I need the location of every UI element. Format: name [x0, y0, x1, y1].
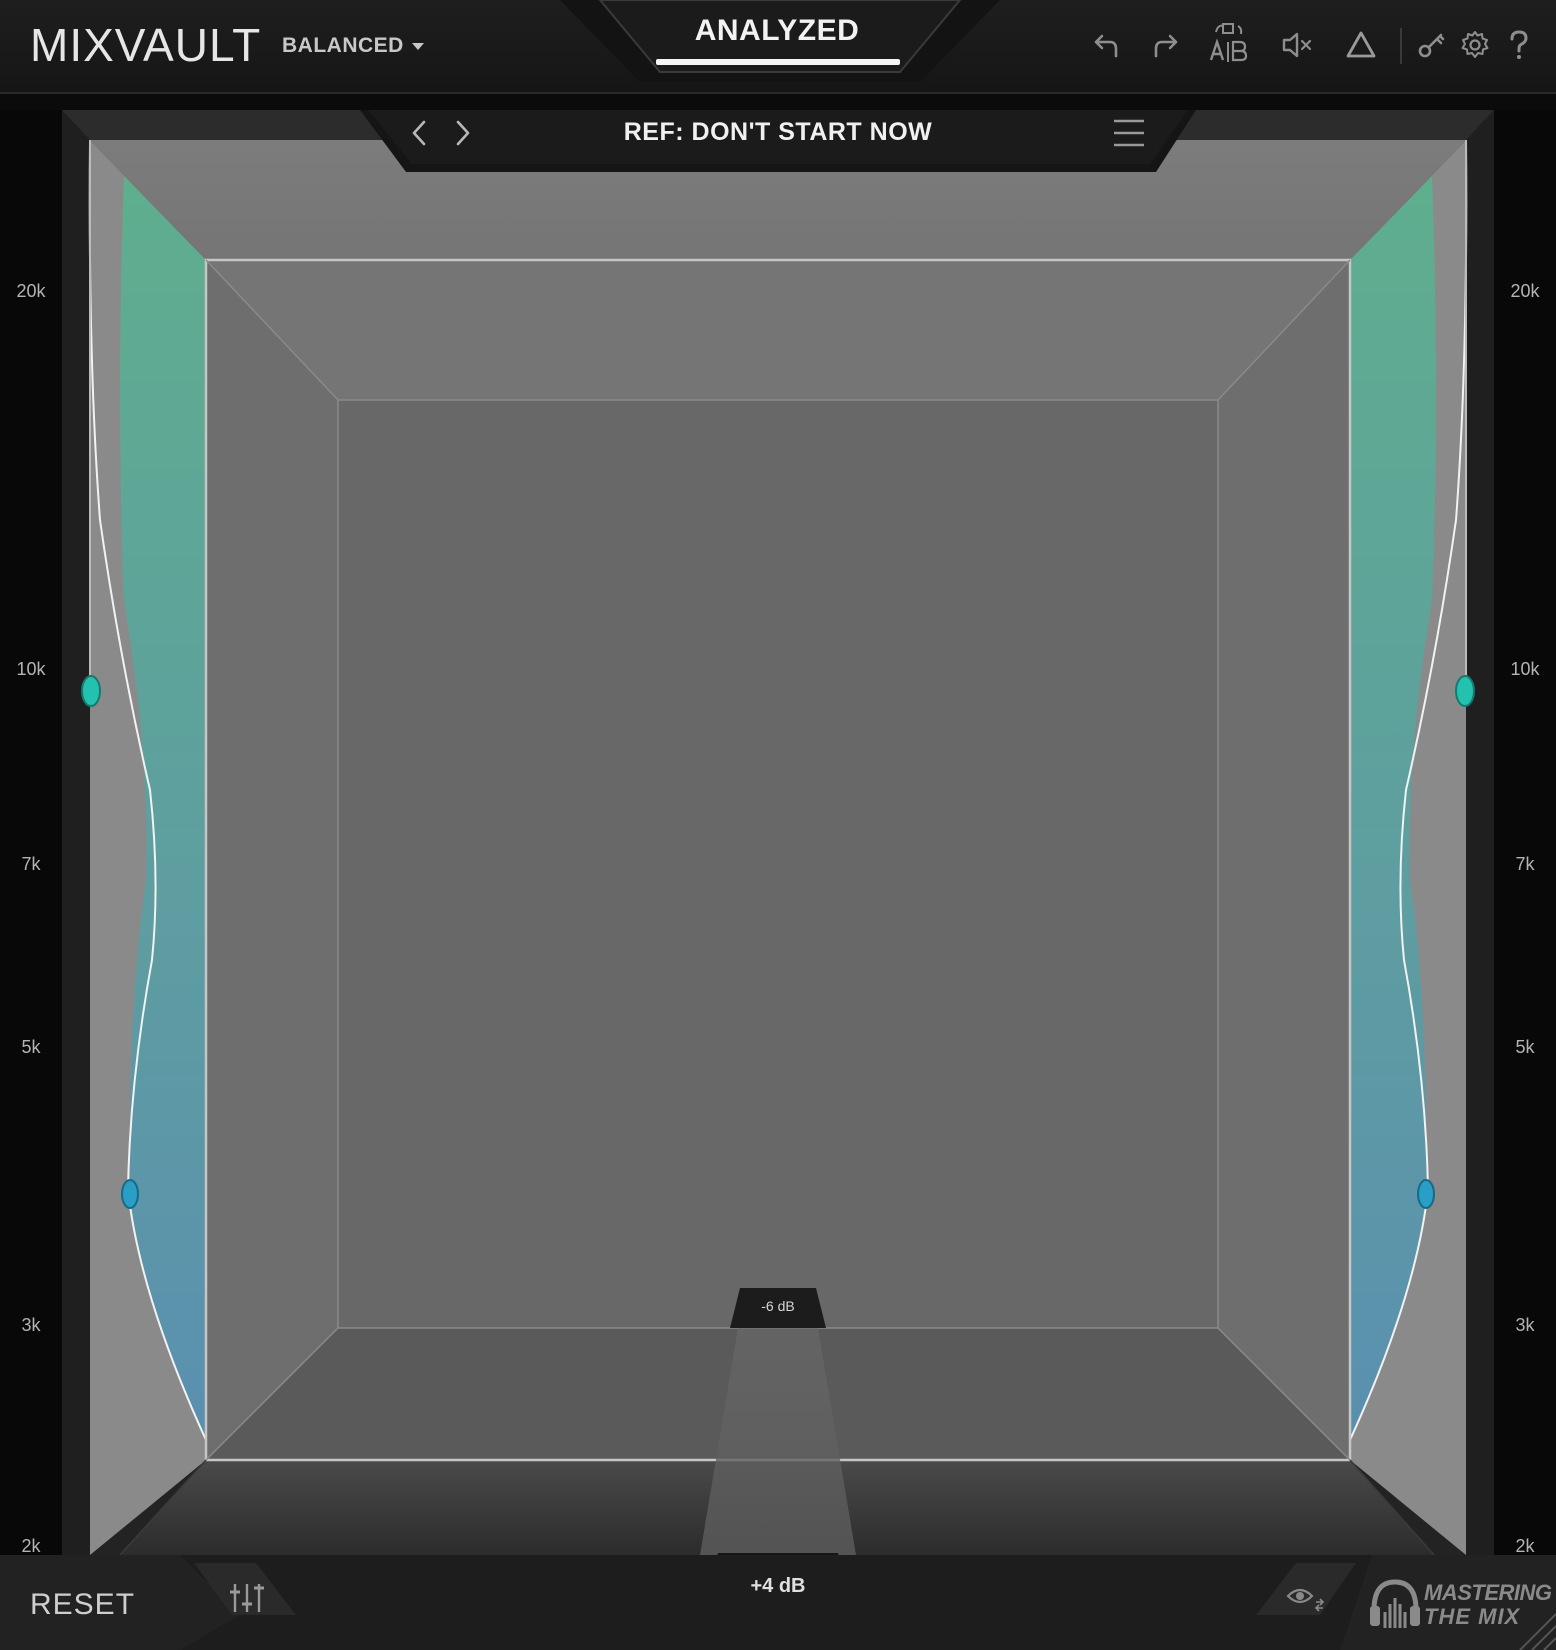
left-scale-rail: [0, 110, 62, 1555]
next-reference-button[interactable]: [450, 116, 474, 150]
scale-label-right: 2k: [1515, 1536, 1535, 1556]
scale-label-right: 5k: [1515, 1037, 1535, 1057]
delta-button[interactable]: [1342, 26, 1380, 64]
undo-button[interactable]: [1088, 26, 1126, 64]
key-button[interactable]: [1412, 26, 1450, 64]
scale-label-right: 20k: [1510, 281, 1540, 301]
ab-compare-button[interactable]: [1208, 20, 1250, 66]
brand-logo: [1368, 1576, 1422, 1634]
redo-icon: [1154, 34, 1178, 58]
scale-label-right: 10k: [1510, 659, 1540, 679]
crossover-handle: [121, 1179, 139, 1209]
reference-track-label[interactable]: REF: DON'T START NOW: [540, 118, 1016, 147]
scale-label-right: 7k: [1515, 854, 1535, 874]
brand-name-line2: THE MIX: [1424, 1604, 1521, 1629]
db-top-readout[interactable]: -6 dB: [736, 1298, 820, 1314]
help-icon: [1510, 30, 1528, 59]
app-logo: MIXVAULT: [30, 19, 262, 71]
reset-button[interactable]: RESET: [30, 1588, 135, 1622]
scale-label-left: 2k: [21, 1536, 41, 1556]
right-scale-rail: [1494, 110, 1556, 1555]
gear-icon: [1461, 31, 1489, 58]
crossover-handle: [1417, 1179, 1435, 1209]
stereo-field-visualizer[interactable]: [62, 110, 1494, 1555]
sliders-icon: [230, 1584, 264, 1612]
tab-analyzed[interactable]: ANALYZED: [640, 10, 914, 62]
scale-label-left: 5k: [21, 1037, 41, 1057]
prev-reference-button[interactable]: [408, 116, 432, 150]
delta-icon: [1346, 31, 1376, 58]
header-divider: [1400, 28, 1402, 64]
scale-label-left: 10k: [16, 659, 46, 679]
reference-menu-button[interactable]: [1112, 116, 1146, 150]
mute-icon: [1282, 32, 1312, 58]
stereo-width-handle: [1455, 675, 1475, 707]
mixer-settings-button[interactable]: [228, 1578, 266, 1618]
visibility-toggle[interactable]: [1286, 1582, 1326, 1614]
settings-button[interactable]: [1456, 26, 1494, 64]
chevron-down-icon: [411, 42, 424, 50]
eye-icon: [1286, 1588, 1325, 1612]
mute-button[interactable]: [1278, 26, 1316, 64]
stereo-width-handle: [81, 675, 101, 707]
ab-compare-icon: [1209, 23, 1248, 62]
key-icon: [1418, 33, 1445, 58]
scale-label-left: 7k: [21, 854, 41, 874]
db-bottom-readout[interactable]: +4 dB: [710, 1575, 846, 1598]
chevron-right-icon: [456, 120, 470, 146]
hamburger-menu-icon: [1114, 119, 1144, 147]
headphones-logo-icon: [1370, 1579, 1420, 1628]
undo-icon: [1094, 34, 1118, 58]
scale-label-left: 3k: [21, 1315, 41, 1335]
preset-dropdown[interactable]: BALANCED: [282, 34, 424, 58]
scale-label-left: 20k: [16, 281, 46, 301]
help-button[interactable]: [1500, 26, 1538, 64]
preset-label: BALANCED: [282, 34, 404, 57]
redo-button[interactable]: [1146, 26, 1184, 64]
brand-name-line1: MASTERING: [1424, 1580, 1552, 1605]
chevron-left-icon: [412, 120, 426, 146]
scale-label-right: 3k: [1515, 1315, 1535, 1335]
active-tab-indicator: [656, 59, 900, 65]
